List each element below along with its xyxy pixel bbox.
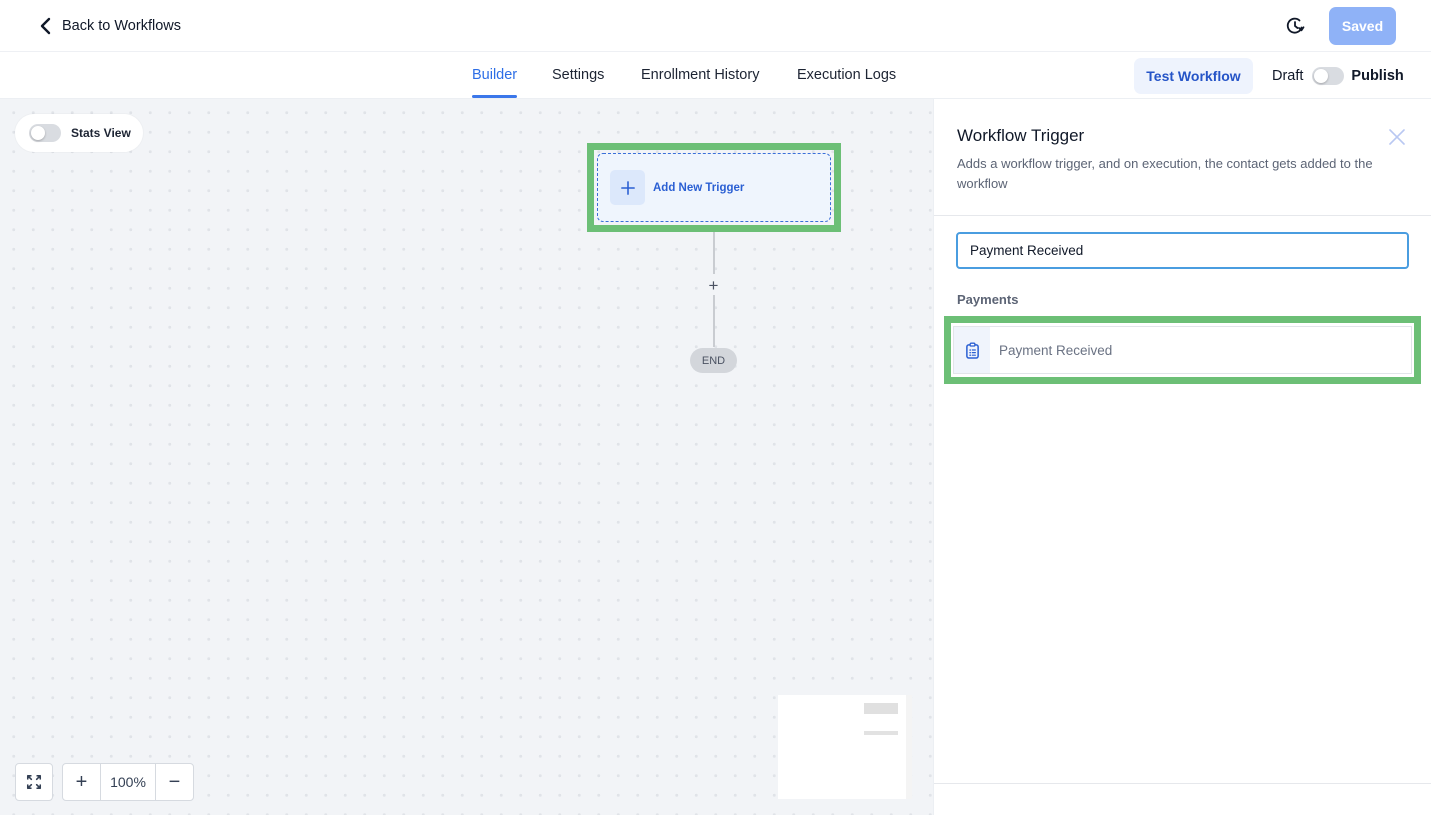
back-label: Back to Workflows [62, 18, 181, 34]
minimap-end-node [864, 731, 898, 735]
trigger-option-payment-received[interactable]: Payment Received [953, 326, 1412, 374]
divider [934, 783, 1431, 784]
result-item-highlight: Payment Received [944, 316, 1421, 384]
trigger-node-highlight: Add New Trigger [587, 143, 841, 232]
add-new-trigger-node[interactable]: Add New Trigger [597, 153, 831, 222]
connector-line [713, 232, 715, 274]
trigger-search-input[interactable] [956, 232, 1409, 269]
stats-view-toggle[interactable] [29, 124, 61, 142]
close-icon [1389, 129, 1405, 145]
connector-line [713, 295, 715, 347]
panel-title: Workflow Trigger [957, 126, 1085, 145]
close-panel-button[interactable] [1388, 128, 1406, 146]
publish-toggle-group: Draft Publish [1272, 58, 1404, 94]
plus-icon [610, 170, 645, 205]
test-workflow-button[interactable]: Test Workflow [1134, 58, 1253, 94]
add-step-button[interactable]: + [703, 275, 724, 296]
trigger-option-label: Payment Received [999, 342, 1113, 358]
tab-bar: Builder Settings Enrollment History Exec… [0, 52, 1431, 99]
minimap-trigger-node [864, 703, 898, 714]
back-to-workflows-link[interactable]: Back to Workflows [38, 14, 181, 38]
end-node: END [690, 348, 737, 373]
tab-builder[interactable]: Builder [472, 52, 518, 98]
history-clock-icon [1286, 17, 1305, 34]
tab-enrollment-history[interactable]: Enrollment History [641, 52, 759, 98]
fit-view-button[interactable] [15, 763, 53, 801]
workflow-canvas[interactable]: Stats View Add New Trigger + END + 100% … [0, 99, 933, 815]
zoom-controls: + 100% − [62, 763, 194, 801]
clipboard-list-icon [954, 327, 990, 373]
expand-arrows-icon [26, 774, 42, 790]
zoom-level: 100% [100, 764, 156, 800]
chevron-left-icon [40, 17, 51, 35]
publish-toggle[interactable] [1312, 67, 1345, 85]
workflow-trigger-panel: Workflow Trigger Adds a workflow trigger… [933, 99, 1431, 815]
stats-view-toggle-pill: Stats View [15, 114, 143, 152]
minimap[interactable] [778, 695, 912, 799]
history-button[interactable] [1284, 15, 1306, 37]
saved-button[interactable]: Saved [1329, 7, 1396, 45]
divider [934, 215, 1431, 216]
publish-label: Publish [1351, 68, 1404, 84]
zoom-in-button[interactable]: + [63, 764, 100, 800]
panel-description: Adds a workflow trigger, and on executio… [957, 156, 1373, 191]
top-header: Back to Workflows Saved [0, 0, 1431, 52]
add-new-trigger-label: Add New Trigger [653, 181, 745, 194]
draft-label: Draft [1272, 68, 1304, 84]
tab-settings[interactable]: Settings [552, 52, 604, 98]
tab-execution-logs[interactable]: Execution Logs [797, 52, 896, 98]
zoom-out-button[interactable]: − [156, 764, 193, 800]
stats-view-label: Stats View [71, 126, 131, 140]
group-label-payments: Payments [957, 292, 1019, 307]
